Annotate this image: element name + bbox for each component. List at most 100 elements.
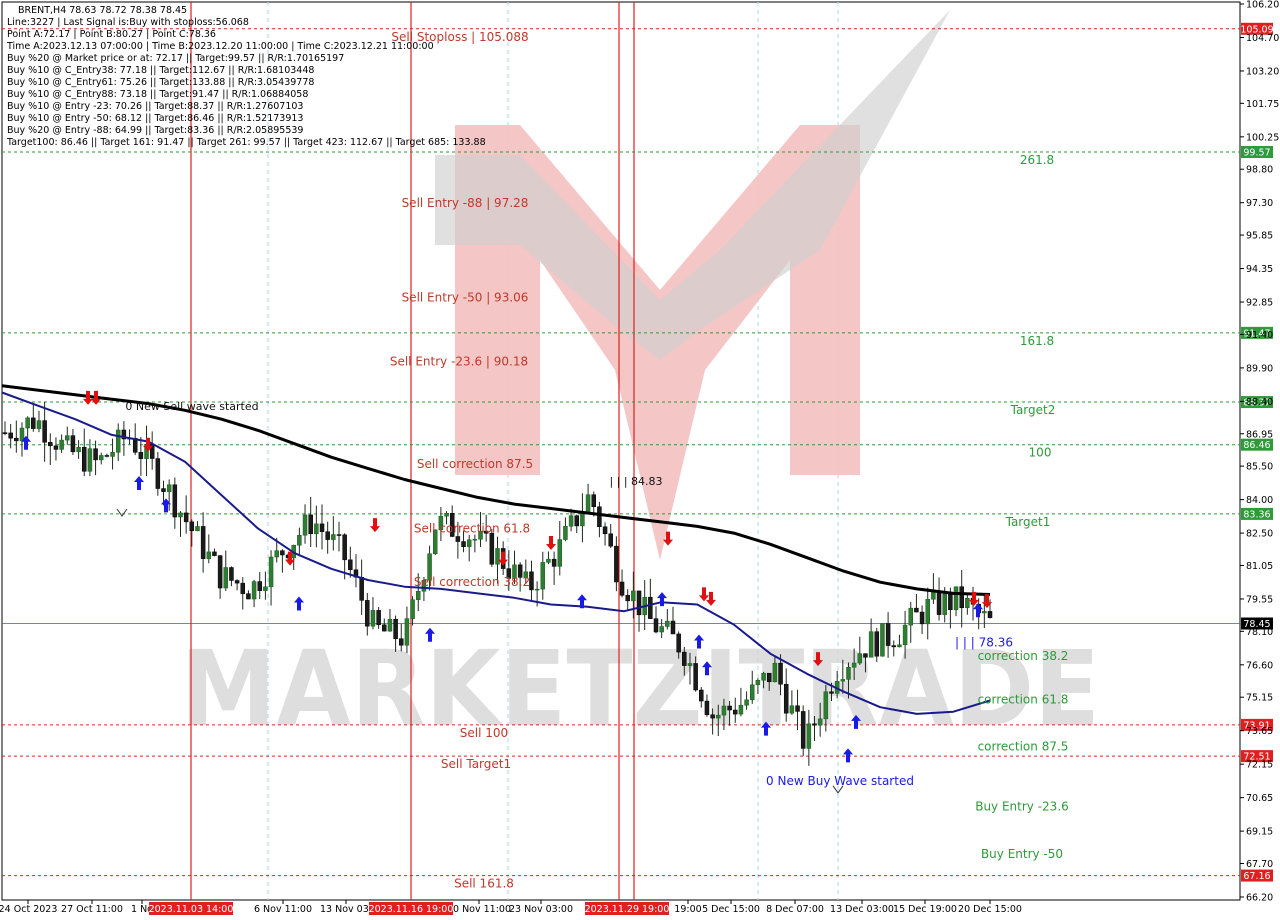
candle-body bbox=[297, 534, 302, 546]
candle-body bbox=[376, 610, 381, 626]
candle-body bbox=[744, 699, 749, 706]
candle-body bbox=[591, 494, 596, 508]
candle-body bbox=[31, 417, 36, 429]
chart-annotation: | | | 78.36 bbox=[955, 635, 1013, 649]
time-tick-label: 20 Nov 11:00 bbox=[447, 904, 511, 915]
candle-body bbox=[263, 586, 268, 591]
candle-body bbox=[925, 599, 930, 625]
candle-body bbox=[982, 611, 987, 614]
candle-body bbox=[733, 709, 738, 715]
chart-annotation: 0 New Buy Wave started bbox=[766, 774, 914, 788]
candle-body bbox=[806, 723, 812, 749]
time-tick-label: 24 Oct 2023 bbox=[0, 904, 57, 915]
candle-body bbox=[87, 448, 93, 472]
candle-body bbox=[206, 551, 212, 559]
candle-body bbox=[868, 631, 874, 658]
price-tick-label: 100.25 bbox=[1246, 132, 1279, 143]
chart-annotation: Buy Entry -23.6 bbox=[975, 799, 1069, 813]
candle-body bbox=[738, 704, 744, 715]
level-label: Sell 161.8 bbox=[454, 877, 514, 891]
info-line: Point A:72.17 | Point B:80.27 | Point C:… bbox=[7, 29, 216, 40]
candle-body bbox=[495, 548, 500, 565]
candle-body bbox=[857, 653, 863, 664]
info-line: Buy %10 @ C_Entry61: 75.26 || Target:133… bbox=[7, 77, 314, 88]
candle-body bbox=[846, 667, 851, 680]
candle-body bbox=[546, 558, 551, 563]
price-tick-label: 81.05 bbox=[1246, 561, 1273, 572]
candle-body bbox=[602, 526, 608, 535]
price-tick-label: 95.85 bbox=[1246, 231, 1273, 242]
price-tick-label: 84.00 bbox=[1246, 495, 1273, 506]
candle-body bbox=[240, 582, 246, 594]
candle-body bbox=[829, 691, 834, 694]
candle-body bbox=[14, 437, 19, 442]
candle-body bbox=[948, 593, 953, 611]
chart-annotation: correction 87.5 bbox=[978, 739, 1069, 753]
price-tick-label: 98.80 bbox=[1246, 165, 1273, 176]
candle-body bbox=[648, 596, 653, 619]
chart-annotation: 0 New Sell wave started bbox=[125, 400, 258, 413]
price-tick-label: 69.15 bbox=[1246, 827, 1273, 838]
candle-body bbox=[268, 556, 274, 588]
price-tick-label: 73.65 bbox=[1246, 726, 1273, 737]
current-price-text: 78.45 bbox=[1243, 619, 1270, 630]
price-tick-label: 103.20 bbox=[1246, 66, 1279, 77]
candle-body bbox=[659, 626, 664, 633]
candle-body bbox=[885, 623, 891, 646]
candle-body bbox=[172, 484, 178, 518]
info-line: Buy %10 @ C_Entry88: 73.18 || Target:91.… bbox=[7, 89, 308, 100]
candle-body bbox=[953, 586, 959, 611]
candle-body bbox=[761, 672, 766, 681]
candle-body bbox=[393, 619, 398, 639]
candle-body bbox=[783, 683, 789, 714]
candle-body bbox=[682, 651, 687, 666]
price-tick-label: 75.15 bbox=[1246, 693, 1273, 704]
price-tick-label: 91.40 bbox=[1246, 330, 1273, 341]
candle-body bbox=[472, 539, 478, 541]
candle-body bbox=[331, 534, 336, 540]
candle-body bbox=[676, 633, 681, 653]
candle-body bbox=[614, 545, 619, 583]
candle-body bbox=[195, 526, 200, 532]
candle-body bbox=[936, 590, 942, 615]
candle-body bbox=[908, 607, 913, 626]
info-line: BRENT,H4 78.63 78.72 78.38 78.45 bbox=[18, 5, 187, 16]
candle-body bbox=[557, 539, 563, 567]
candle-body bbox=[772, 662, 778, 683]
candle-body bbox=[721, 705, 727, 716]
time-tick-label: 20 Dec 15:00 bbox=[958, 904, 1022, 915]
highlight-time-text: 2023.11.16 19:00 bbox=[369, 904, 454, 915]
candle-body bbox=[749, 684, 755, 701]
candle-body bbox=[314, 523, 319, 534]
level-label: 261.8 bbox=[1020, 153, 1054, 167]
candle-body bbox=[53, 445, 59, 450]
candle-body bbox=[359, 576, 364, 601]
candle-body bbox=[189, 521, 195, 532]
candle-body bbox=[251, 581, 257, 600]
candle-body bbox=[65, 435, 70, 441]
candle-body bbox=[82, 446, 87, 472]
candle-body bbox=[365, 600, 370, 627]
candle-body bbox=[455, 536, 461, 542]
time-tick-label: 23 Nov 03:00 bbox=[509, 904, 573, 915]
candle-body bbox=[42, 420, 47, 443]
candle-body bbox=[727, 705, 732, 711]
info-line: Time A:2023.12.13 07:00:00 | Time B:2023… bbox=[6, 41, 434, 52]
candle-body bbox=[704, 700, 710, 715]
candle-body bbox=[399, 638, 404, 646]
candle-body bbox=[534, 588, 540, 591]
chart-annotation: correction 38.2 bbox=[978, 649, 1069, 663]
candle-body bbox=[8, 432, 13, 439]
chart-annotation: correction 61.8 bbox=[978, 692, 1069, 706]
price-tick-label: 104.70 bbox=[1246, 33, 1279, 44]
candle-body bbox=[410, 599, 415, 619]
candle-body bbox=[568, 515, 574, 527]
price-chart[interactable]: MARKETZITRADE Sell Stoploss | 105.088261… bbox=[0, 0, 1280, 920]
candle-body bbox=[98, 455, 104, 461]
candle-body bbox=[693, 663, 698, 691]
candle-body bbox=[625, 595, 630, 602]
candle-body bbox=[902, 624, 908, 646]
candle-body bbox=[70, 435, 76, 453]
candle-body bbox=[710, 714, 715, 719]
chart-annotation: Sell correction 87.5 bbox=[417, 457, 533, 471]
